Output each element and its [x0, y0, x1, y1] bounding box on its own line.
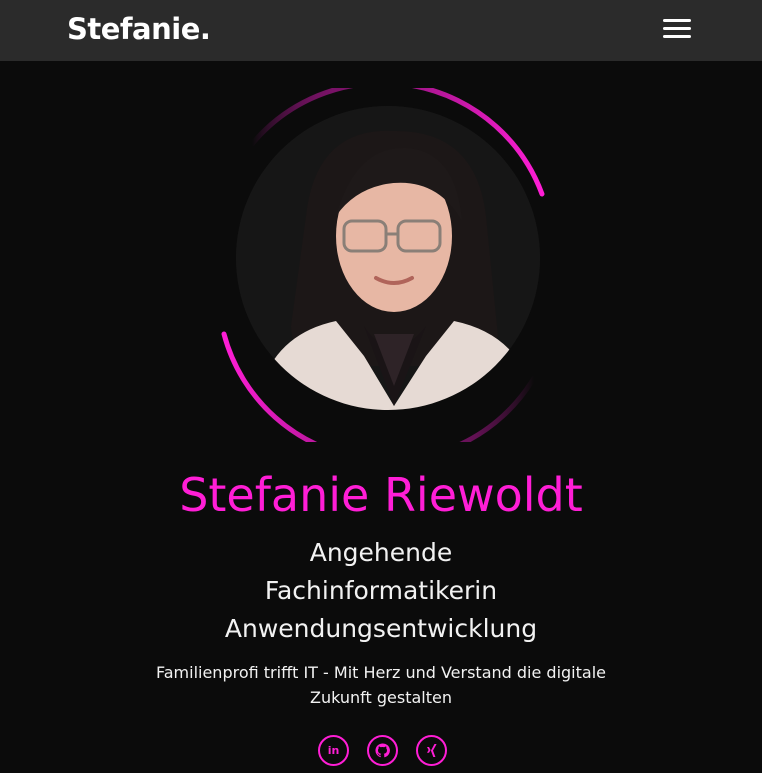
- xing-button[interactable]: [416, 735, 447, 766]
- xing-icon: [426, 744, 437, 757]
- menu-bar-bottom: [663, 35, 691, 38]
- github-icon: [375, 743, 390, 758]
- menu-bar-middle: [663, 27, 691, 30]
- navbar: Stefanie.: [0, 0, 762, 61]
- linkedin-button[interactable]: in: [318, 735, 349, 766]
- hamburger-menu-icon[interactable]: [660, 16, 694, 46]
- role-line-2: Fachinformatikerin: [264, 576, 498, 605]
- linkedin-icon: in: [327, 744, 340, 757]
- role-line-1: Angehende: [309, 538, 453, 567]
- role-line-3: Anwendungsentwicklung: [224, 614, 538, 643]
- hero-name: Stefanie Riewoldt: [179, 468, 583, 522]
- tagline: Familienprofi trifft IT - Mit Herz und V…: [156, 663, 606, 707]
- profile-photo: [236, 106, 540, 410]
- github-button[interactable]: [367, 735, 398, 766]
- menu-bar-top: [663, 19, 691, 22]
- brand-logo[interactable]: Stefanie.: [67, 12, 211, 46]
